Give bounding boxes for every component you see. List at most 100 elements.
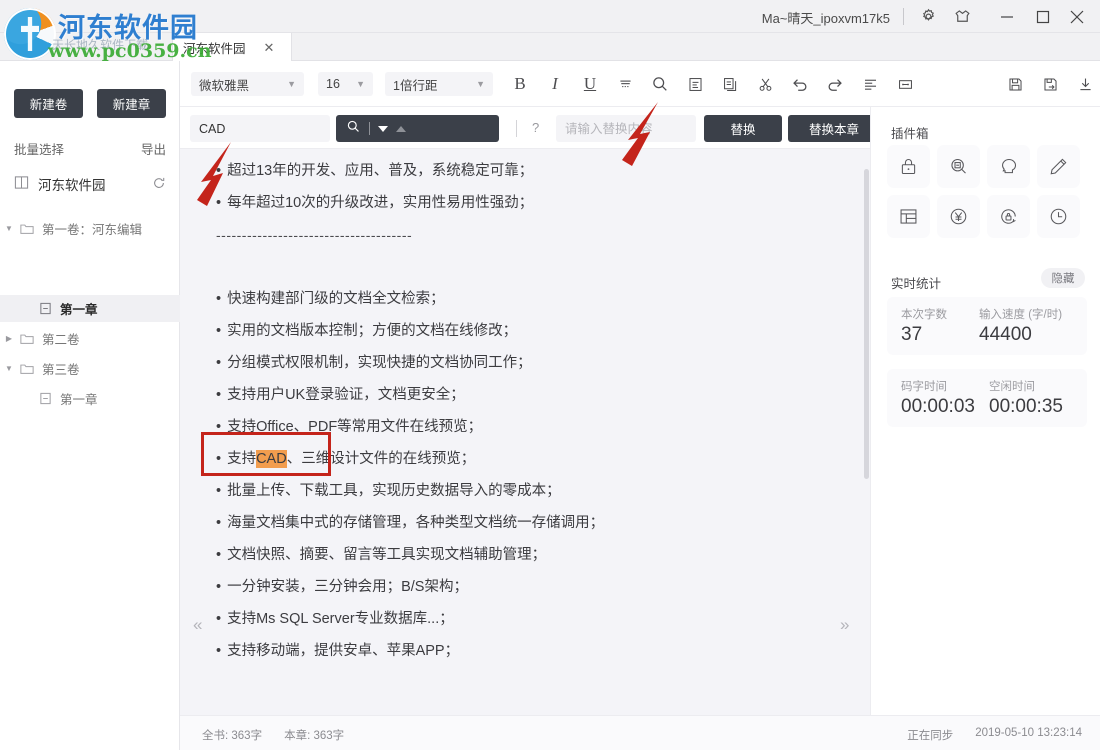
- editor-scrollbar[interactable]: [864, 169, 869, 479]
- scissors-icon[interactable]: [751, 70, 779, 98]
- find-prev-icon[interactable]: [396, 126, 406, 132]
- titlebar-divider: [903, 8, 904, 25]
- bullet-icon: •: [216, 419, 221, 435]
- app-window: Ma~晴天_ipoxvm17k5 河东软件园 ✕: [0, 0, 1100, 750]
- replace-button[interactable]: 替换: [704, 115, 782, 142]
- line-spacing-value: 1倍行距: [393, 75, 437, 94]
- bullet-icon: •: [216, 451, 221, 467]
- tree-item-volume-1[interactable]: ▼ 第一卷：河东编辑: [0, 215, 180, 242]
- tree-item-volume-3[interactable]: ▼ 第三卷: [0, 355, 180, 382]
- line-spacing-select[interactable]: 1倍行距 ▼: [385, 72, 493, 96]
- search-match-highlight: CAD: [256, 450, 287, 468]
- new-volume-button[interactable]: 新建卷: [14, 89, 83, 118]
- close-button[interactable]: [1066, 6, 1088, 27]
- tab-close-icon[interactable]: ✕: [264, 41, 275, 54]
- window-title: Ma~晴天_ipoxvm17k5: [762, 8, 890, 27]
- strikethrough-icon[interactable]: [611, 70, 639, 98]
- title-bar: Ma~晴天_ipoxvm17k5: [0, 0, 1100, 33]
- underline-button[interactable]: U: [576, 70, 604, 98]
- bullet-icon: •: [216, 323, 221, 339]
- chevron-down-icon: ▼: [476, 79, 485, 89]
- stats-labels-row: 码字时间 00:00:03 空闲时间 00:00:35: [901, 378, 1073, 418]
- shirt-icon[interactable]: [953, 7, 972, 26]
- tab-strip: 河东软件园 ✕: [0, 33, 1100, 61]
- yen-icon[interactable]: [937, 195, 980, 238]
- refresh-icon[interactable]: [152, 176, 166, 193]
- pencil-icon[interactable]: [1037, 145, 1080, 188]
- status-right-group: 正在同步 2019-05-10 13:23:14: [907, 727, 1082, 743]
- doc-line-text: 快速构建部门级的文档全文检索；: [227, 291, 445, 307]
- copy-icon[interactable]: [716, 70, 744, 98]
- lock-icon[interactable]: [887, 145, 930, 188]
- bullet-icon: •: [216, 579, 221, 595]
- doc-line: •每年超过10次的升级改进，实用性易用性强劲；: [216, 187, 840, 219]
- tree-item-volume-2[interactable]: ▶ 第二卷: [0, 325, 180, 352]
- doc-line: •一分钟安装，三分钟会用；B/S架构；: [216, 571, 840, 603]
- italic-button[interactable]: I: [541, 70, 569, 98]
- lock-refresh-icon[interactable]: [987, 195, 1030, 238]
- doc-line: •支持用户UK登录验证，文档更安全；: [216, 379, 840, 411]
- tree-item-label: 第三卷: [42, 359, 80, 378]
- align-left-icon[interactable]: [856, 70, 884, 98]
- font-size-select[interactable]: 16 ▼: [318, 72, 373, 96]
- redo-icon[interactable]: [821, 70, 849, 98]
- save-icon[interactable]: [1001, 70, 1029, 98]
- chapter-icon: [36, 392, 54, 405]
- table-icon[interactable]: [887, 195, 930, 238]
- download-icon[interactable]: [1071, 70, 1099, 98]
- head-icon[interactable]: [987, 145, 1030, 188]
- stat-value: 00:00:35: [989, 396, 1073, 418]
- replace-input[interactable]: [556, 115, 696, 142]
- save-as-icon[interactable]: [1036, 70, 1064, 98]
- tree-item-label: 第一章: [60, 389, 98, 408]
- gear-icon[interactable]: [919, 7, 938, 26]
- new-chapter-button[interactable]: 新建章: [97, 89, 166, 118]
- clock-icon[interactable]: [1037, 195, 1080, 238]
- chapter-icon: [36, 302, 54, 315]
- search-input[interactable]: [190, 115, 330, 142]
- tree-item-chapter-1[interactable]: 第一章: [0, 295, 180, 322]
- find-next-icon[interactable]: [378, 126, 388, 132]
- bullet-icon: •: [216, 387, 221, 403]
- word-search-icon[interactable]: [937, 145, 980, 188]
- font-family-select[interactable]: 微软雅黑 ▼: [191, 72, 304, 96]
- doc-line: •文档快照、摘要、留言等工具实现文档辅助管理；: [216, 539, 840, 571]
- help-icon[interactable]: ?: [532, 120, 539, 135]
- stats-card-words: 本次字数 37 输入速度 (字/时) 44400: [887, 297, 1087, 355]
- collapse-left-icon[interactable]: «: [193, 615, 202, 635]
- minimize-button[interactable]: [996, 6, 1018, 27]
- editor-area[interactable]: •超过13年的开发、应用、普及，系统稳定可靠； •每年超过10次的升级改进，实用…: [180, 149, 870, 715]
- chevron-down-icon[interactable]: ▼: [0, 224, 18, 233]
- stats-card-time: 码字时间 00:00:03 空闲时间 00:00:35: [887, 369, 1087, 427]
- doc-line: •支持Office、PDF等常用文件在线预览；: [216, 411, 840, 443]
- tab-document[interactable]: 河东软件园 ✕: [172, 33, 292, 61]
- tree-item-chapter-2[interactable]: 第一章: [0, 385, 180, 412]
- search-go-button[interactable]: [336, 115, 499, 142]
- stat-label: 空闲时间: [989, 378, 1073, 394]
- search-icon[interactable]: [646, 70, 674, 98]
- chevron-down-icon[interactable]: ▼: [0, 364, 18, 373]
- chevron-down-icon: ▼: [287, 79, 296, 89]
- maximize-button[interactable]: [1032, 6, 1054, 27]
- chevron-right-icon[interactable]: ▶: [0, 334, 18, 343]
- export-link[interactable]: 导出: [141, 139, 166, 158]
- document-content[interactable]: •超过13年的开发、应用、普及，系统稳定可靠； •每年超过10次的升级改进，实用…: [180, 149, 870, 715]
- doc-line: •超过13年的开发、应用、普及，系统稳定可靠；: [216, 155, 840, 187]
- paste-text-icon[interactable]: [681, 70, 709, 98]
- doc-line-text: 超过13年的开发、应用、普及，系统稳定可靠；: [227, 163, 533, 179]
- replace-chapter-button[interactable]: 替换本章: [788, 115, 880, 142]
- collapse-right-icon[interactable]: »: [840, 615, 849, 635]
- sidebar-tools-row: 批量选择 导出: [0, 133, 180, 163]
- doc-line-text: 批量上传、下载工具，实现历史数据导入的零成本；: [227, 483, 561, 499]
- book-title: 河东软件园: [38, 174, 106, 194]
- batch-select-link[interactable]: 批量选择: [14, 139, 64, 158]
- indent-icon[interactable]: [891, 70, 919, 98]
- book-icon: [14, 175, 29, 193]
- doc-line-pre: 支持: [227, 451, 256, 467]
- bold-button[interactable]: B: [506, 70, 534, 98]
- book-root-item[interactable]: 河东软件园: [0, 169, 180, 199]
- tree-item-label: 第一章: [60, 299, 98, 318]
- hide-stats-button[interactable]: 隐藏: [1041, 268, 1085, 288]
- folder-icon: [18, 223, 36, 235]
- undo-icon[interactable]: [786, 70, 814, 98]
